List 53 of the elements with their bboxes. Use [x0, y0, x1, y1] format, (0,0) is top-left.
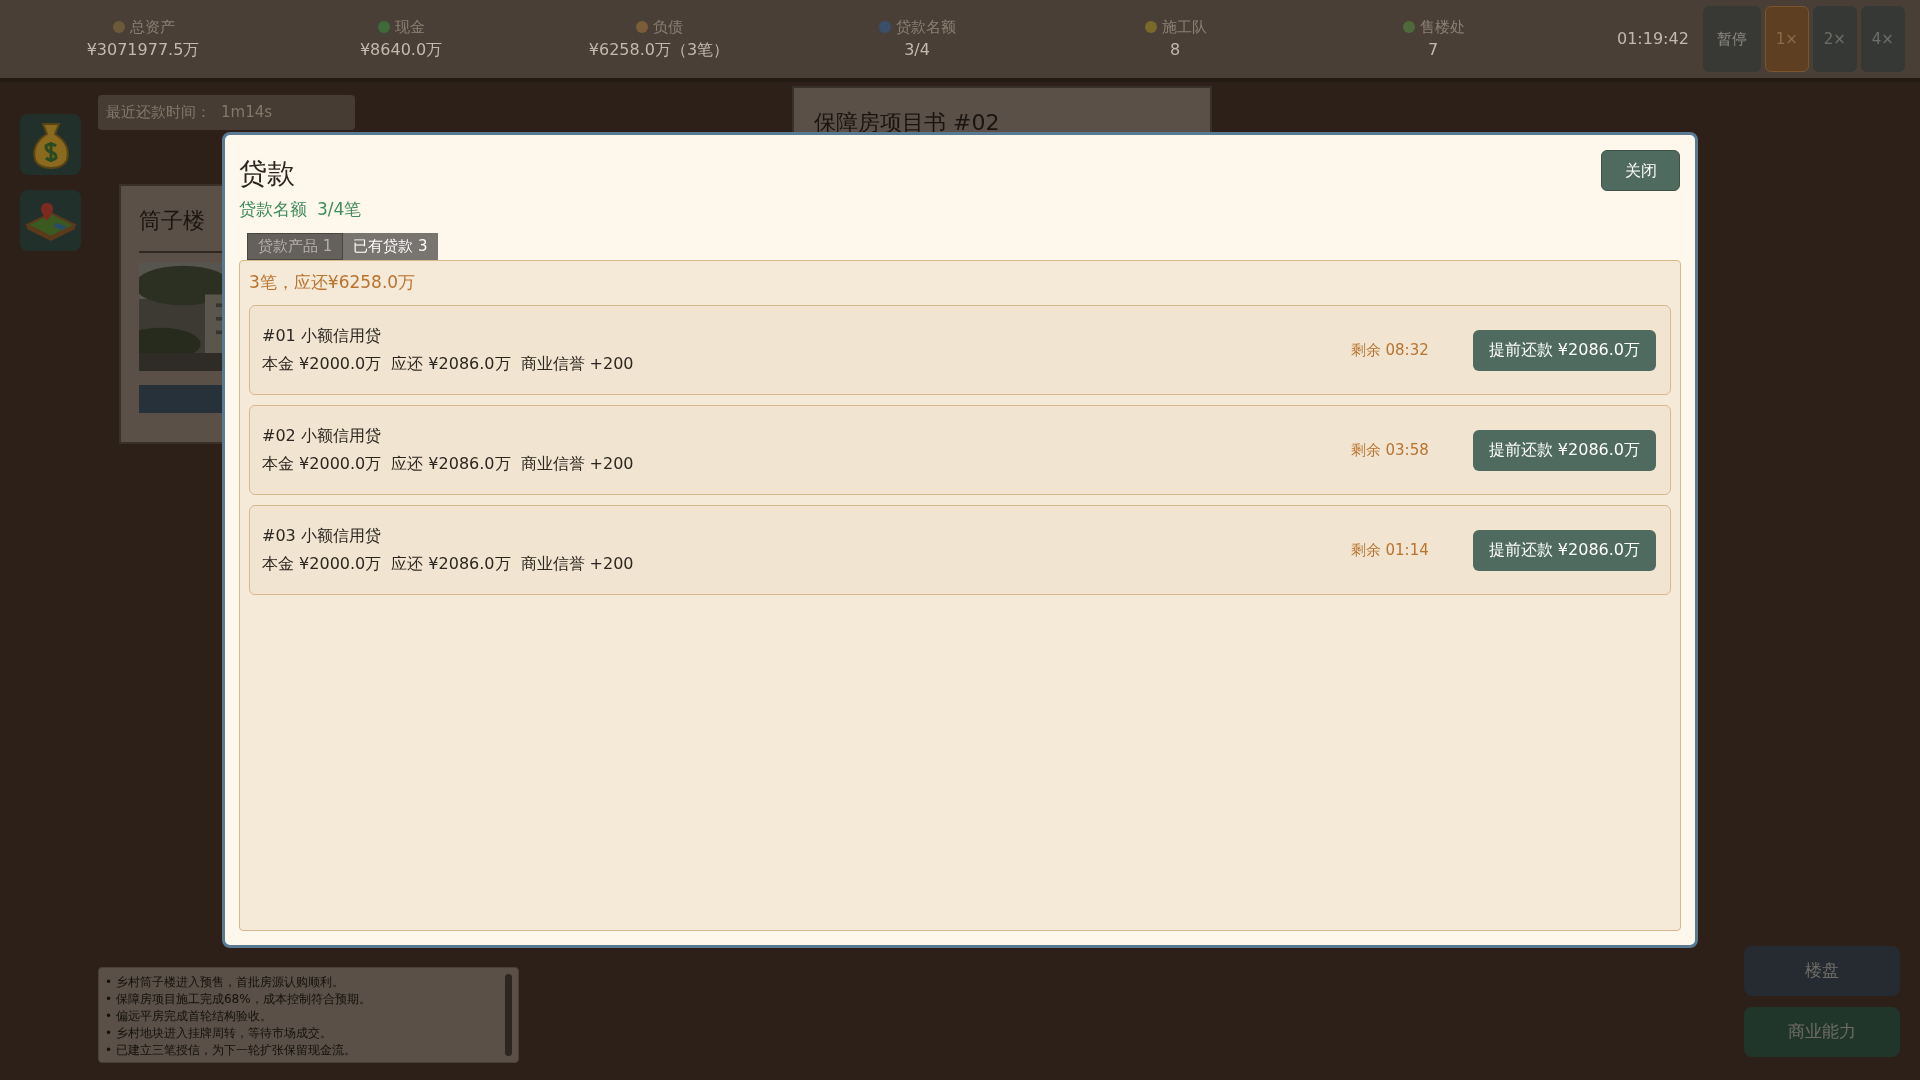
log-entry: • 乡村筒子楼进入预售，首批房源认购顺利。: [105, 974, 345, 991]
log-entry: • 保障房项目施工完成68%，成本控制符合预期。: [105, 991, 372, 1008]
loan-credit: 商业信誉 +200: [520, 553, 634, 575]
loan-due: 应还 ¥2086.0万: [391, 353, 511, 375]
remaining-time: 剩余 08:32: [1350, 339, 1429, 361]
loan-credit: 商业信誉 +200: [520, 353, 634, 375]
close-button[interactable]: 关闭: [1601, 150, 1680, 191]
loan-credit: 商业信誉 +200: [520, 453, 634, 475]
stat-label: 施工队: [1161, 16, 1207, 38]
loan-name: #03 小额信用贷: [262, 525, 382, 547]
notice-label: 最近还款时间：: [106, 102, 211, 124]
loan-principal: 本金 ¥2000.0万: [262, 353, 382, 375]
loan-due: 应还 ¥2086.0万: [391, 453, 511, 475]
pause-button[interactable]: 暂停: [1702, 6, 1761, 72]
stat-label: 负债: [653, 16, 683, 38]
listing-title: 筒子楼: [139, 207, 205, 235]
dialog-title: 贷款: [239, 156, 295, 192]
stat-value: 3/4: [904, 39, 930, 62]
loan-principal: 本金 ¥2000.0万: [262, 453, 382, 475]
notice-value: 1m14s: [221, 102, 273, 124]
side-button[interactable]: 商业能力: [1744, 1007, 1900, 1057]
clock: 01:19:42: [1617, 28, 1689, 50]
stat-label: 总资产: [129, 16, 175, 38]
speed-button[interactable]: 4×: [1860, 6, 1905, 72]
map-button[interactable]: [20, 190, 81, 251]
project-title: 保障房项目书 #02: [814, 109, 1000, 137]
repay-button[interactable]: 提前还款 ¥2086.0万: [1472, 529, 1656, 571]
quota-label: 贷款名额: [239, 198, 307, 221]
stat-label: 贷款名额: [896, 16, 956, 38]
loan-name: #02 小额信用贷: [262, 425, 382, 447]
stat-value: 8: [1169, 39, 1181, 62]
stat-label: 现金: [395, 16, 425, 38]
side-button[interactable]: 楼盘: [1744, 946, 1900, 996]
stat-value: 7: [1427, 39, 1439, 62]
remaining-time: 剩余 03:58: [1350, 439, 1429, 461]
stat-value: ¥3071977.5万: [86, 39, 200, 62]
loan-name: #01 小额信用贷: [262, 325, 382, 347]
loan-due: 应还 ¥2086.0万: [391, 553, 511, 575]
stat-value: ¥8640.0万: [359, 39, 443, 62]
tab[interactable]: 已有贷款 3: [343, 232, 438, 260]
log-entry: • 偏远平房完成首轮结构验收。: [105, 1008, 273, 1025]
money-bag-button[interactable]: [20, 114, 81, 175]
tab[interactable]: 贷款产品 1: [247, 232, 344, 260]
speed-button[interactable]: 2×: [1812, 6, 1857, 72]
quota-value: 3/4笔: [317, 198, 362, 221]
log-entry: • 乡村地块进入挂牌周转，等待市场成交。: [105, 1025, 333, 1042]
stat-value: ¥6258.0万（3笔）: [588, 39, 730, 62]
repay-button[interactable]: 提前还款 ¥2086.0万: [1472, 329, 1656, 371]
stat-label: 售楼处: [1419, 16, 1465, 38]
remaining-time: 剩余 01:14: [1350, 539, 1429, 561]
repay-button[interactable]: 提前还款 ¥2086.0万: [1472, 429, 1656, 471]
loan-summary: 3笔，应还¥6258.0万: [249, 270, 417, 294]
loan-principal: 本金 ¥2000.0万: [262, 553, 382, 575]
